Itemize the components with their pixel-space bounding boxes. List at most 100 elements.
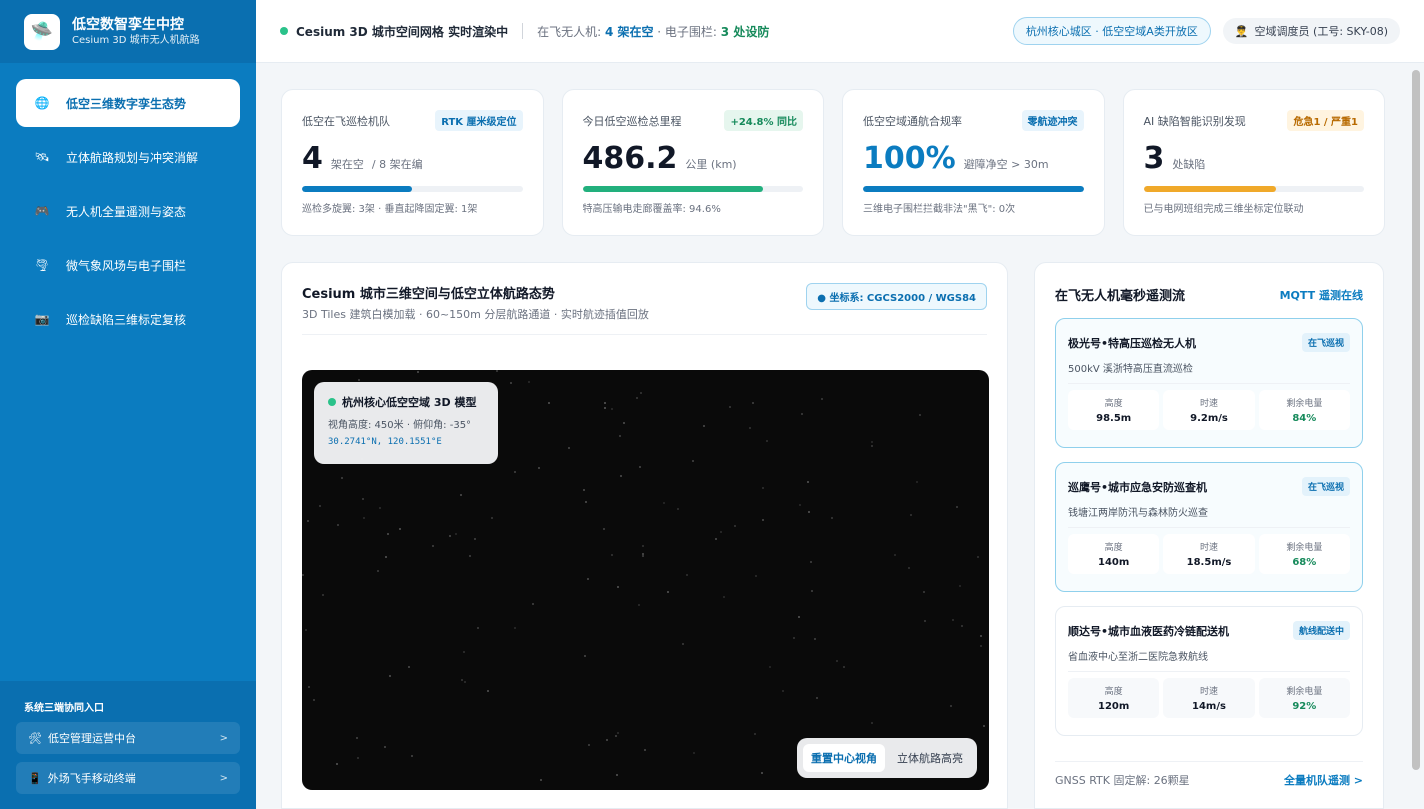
render-status: Cesium 3D 城市空间网格 实时渲染中 [296,24,509,39]
sidebar-item-telemetry[interactable]: 🎮 无人机全量遥测与姿态 [16,187,240,235]
star-dot [980,635,983,638]
metric-value: 92% [1292,701,1317,712]
metric-altitude: 高度 120m [1068,678,1160,718]
star-dot [843,665,846,668]
sidebar-item-route-planning[interactable]: 🛰 立体航路规划与冲突消解 [16,133,240,181]
star-dot [640,391,643,394]
star-dot [376,569,379,572]
star-dot [416,371,419,374]
star-dot [431,545,434,548]
metric-label: 剩余电量 [1286,543,1323,553]
star-dot [513,471,516,474]
star-dot [811,590,814,593]
star-dot [568,446,571,449]
uav-card[interactable]: 顺达号•城市血液医药冷链配送机 航线配送中 省血液中心至浙二医院急救航线 高度 12… [1055,606,1363,736]
map-coordinates: 30.2741°N, 120.1551°E [328,437,442,447]
cesium-viewport[interactable]: 杭州核心低空空域 3D 模型 视角高度: 450米 · 俯仰角: -35° 30… [302,370,989,790]
brand-title: 低空数智孪生中控 [72,16,184,33]
uav-desc: 500kV 溪浙特高压直流巡检 [1068,360,1350,384]
telemetry-panel: 在飞无人机毫秒遥测流 MQTT 遥测在线 极光号•特高压巡检无人机 在飞巡视 50… [1034,262,1384,809]
metric-label: 时速 [1199,687,1218,697]
star-dot [918,413,921,416]
metric-altitude: 高度 98.5m [1068,390,1160,430]
star-dot [907,566,910,569]
star-dot [636,396,639,399]
coord-system-badge[interactable]: ● 坐标系: CGCS2000 / WGS84 [806,283,987,310]
sidebar-item-weather-fence[interactable]: 🌪 微气象风场与电子围栏 [16,241,240,289]
star-dot [583,488,586,491]
star-dot [307,686,310,689]
star-dot [715,537,718,540]
scrollbar[interactable] [1412,70,1420,770]
tornado-icon: 🌪 [34,258,50,272]
metric-value: 140m [1098,557,1130,568]
star-dot [407,665,410,668]
uav-card[interactable]: 极光号•特高压巡检无人机 在飞巡视 500kV 溪浙特高压直流巡检 高度 98.5m… [1055,318,1363,448]
star-dot [754,733,757,736]
drones-count: 4 架在空 [604,24,654,39]
star-dot [464,680,467,683]
ops-platform-label: 低空管理运营中台 [47,732,136,745]
star-dot [617,585,620,588]
star-dot [729,406,732,409]
stat-title: 低空在飞巡检机队 [302,114,390,128]
map-panel: Cesium 城市三维空间与低空立体航路态势 3D Tiles 建筑白模加载 ·… [281,262,1008,809]
metric-battery: 剩余电量 84% [1258,390,1350,430]
star-dot [411,754,414,757]
star-dot [685,573,688,576]
sidebar-item-label: 低空三维数字孪生态势 [66,96,187,111]
star-dot [473,538,476,541]
uav-card[interactable]: 巡鹰号•城市应急安防巡查机 在飞巡视 钱塘江两岸防汛与森林防火巡查 高度 140m … [1055,462,1363,592]
star-dot [807,481,809,484]
star-dot [620,475,623,478]
star-dot [584,654,587,657]
status-dot-icon [280,27,288,35]
star-dot [816,697,819,700]
metric-value: 84% [1292,413,1317,424]
star-dot [752,402,755,404]
star-dot [980,645,983,648]
mqtt-status[interactable]: MQTT 遥测在线 [1280,287,1363,303]
star-dot [762,519,765,522]
globe-icon: 🌐 [34,96,50,110]
star-dot [548,402,551,405]
metric-label: 时速 [1199,399,1218,409]
star-dot [910,513,913,516]
star-dot [496,370,499,372]
star-dot [870,444,873,447]
all-fleet-link[interactable]: 全量机队遥测 > [1284,772,1363,788]
star-dot [915,480,918,483]
stat-unit: 处缺陷 [1172,158,1206,171]
metric-value: 9.2m/s [1190,413,1228,424]
star-dot [538,466,541,469]
stat-unit: 避障净空 > 30m [963,158,1049,171]
zone-selector[interactable]: 杭州核心城区 · 低空空域A类开放区 [1012,17,1211,45]
progress-fill [302,186,413,192]
stat-note: 三维电子围栏拦截非法"黑飞": 0次 [863,204,1016,215]
stat-note: 特高压输电走廊覆盖率: 94.6% [582,204,721,215]
sidebar-item-twin-situation[interactable]: 🌐 低空三维数字孪生态势 [16,79,240,127]
star-dot [768,665,771,668]
star-dot [603,401,606,404]
route-highlight-button[interactable]: 立体航路高亮 [889,744,971,772]
star-dot [584,500,587,503]
star-dot [356,757,359,760]
mobile-terminal-link[interactable]: 📱 外场飞手移动终端 > [16,762,240,794]
sidebar-footer: 系统三端协同入口 🛠 低空管理运营中台 > 📱 外场飞手移动终端 > [0,681,256,809]
stat-card-mileage: 今日低空巡检总里程 +24.8% 同比 486.2 公里 (km) 特高压输电走廊覆… [561,89,824,236]
star-dot [337,524,340,527]
metric-value: 68% [1292,557,1317,568]
stat-title: 今日低空巡检总里程 [582,114,682,128]
user-name: 空域调度员 (工号: SKY-08) [1254,25,1388,38]
user-icon: 👨‍✈️ [1234,24,1249,38]
star-dot [363,517,366,520]
reset-view-button[interactable]: 重置中心视角 [803,744,885,772]
metric-battery: 剩余电量 92% [1258,678,1350,718]
user-menu[interactable]: 👨‍✈️ 空域调度员 (工号: SKY-08) [1222,18,1400,44]
mobile-terminal-label: 外场飞手移动终端 [47,772,136,785]
sidebar-item-defect-review[interactable]: 📷 巡检缺陷三维标定复核 [16,295,240,343]
stat-tag: RTK 厘米级定位 [435,110,523,131]
ops-platform-link[interactable]: 🛠 低空管理运营中台 > [16,722,240,754]
satellite-icon: 🛰 [34,150,50,164]
star-dot [539,778,542,781]
